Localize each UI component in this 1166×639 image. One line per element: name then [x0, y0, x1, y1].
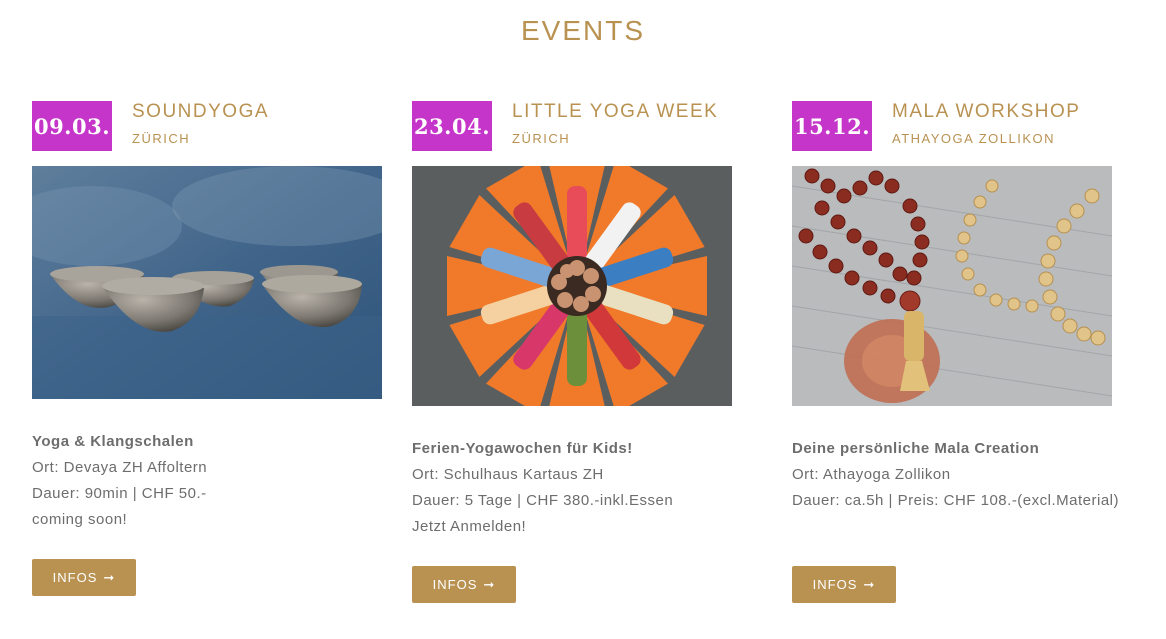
event-headline: Deine persönliche Mala Creation [792, 440, 1040, 457]
event-title[interactable]: SOUNDYOGA [132, 101, 269, 123]
event-detail: Ort: Athayoga Zollikon [792, 466, 951, 483]
event-detail: Ort: Schulhaus Kartaus ZH [412, 466, 604, 483]
event-title[interactable]: MALA WORKSHOP [892, 101, 1080, 123]
event-location: ZÜRICH [132, 131, 191, 146]
arrow-right-icon: ➞ [483, 576, 496, 592]
date-badge: 15.12. [792, 101, 872, 151]
event-detail: coming soon! [32, 511, 128, 528]
event-detail: Dauer: 90min | CHF 50.- [32, 485, 207, 502]
event-detail: Dauer: ca.5h | Preis: CHF 108.-(excl.Mat… [792, 492, 1119, 509]
event-detail: Dauer: 5 Tage | CHF 380.-inkl.Essen [412, 492, 674, 509]
event-detail: Ort: Devaya ZH Affoltern [32, 459, 208, 476]
date-badge: 09.03. [32, 101, 112, 151]
singing-bowls-photo[interactable] [32, 166, 382, 399]
button-label: INFOS [52, 570, 98, 585]
infos-button[interactable]: INFOS ➞ [792, 566, 896, 603]
kids-yoga-circle-photo[interactable] [412, 166, 732, 406]
arrow-right-icon: ➞ [103, 569, 116, 585]
event-description: Ferien-Yogawochen für Kids! Ort: Schulha… [412, 436, 673, 540]
event-description: Yoga & Klangschalen Ort: Devaya ZH Affol… [32, 429, 207, 533]
infos-button[interactable]: INFOS ➞ [412, 566, 516, 603]
infos-button[interactable]: INFOS ➞ [32, 559, 136, 596]
event-detail: Jetzt Anmelden! [412, 518, 527, 535]
event-headline: Ferien-Yogawochen für Kids! [412, 440, 633, 457]
event-description: Deine persönliche Mala Creation Ort: Ath… [792, 436, 1119, 514]
event-headline: Yoga & Klangschalen [32, 433, 194, 450]
arrow-right-icon: ➞ [863, 576, 876, 592]
event-title[interactable]: LITTLE YOGA WEEK [512, 101, 718, 123]
button-label: INFOS [432, 577, 478, 592]
section-title: EVENTS [520, 15, 646, 46]
event-location: ZÜRICH [512, 131, 571, 146]
date-badge: 23.04. [412, 101, 492, 151]
event-location: ATHAYOGA ZOLLIKON [892, 131, 1055, 146]
button-label: INFOS [812, 577, 858, 592]
mala-beads-photo[interactable] [792, 166, 1112, 406]
